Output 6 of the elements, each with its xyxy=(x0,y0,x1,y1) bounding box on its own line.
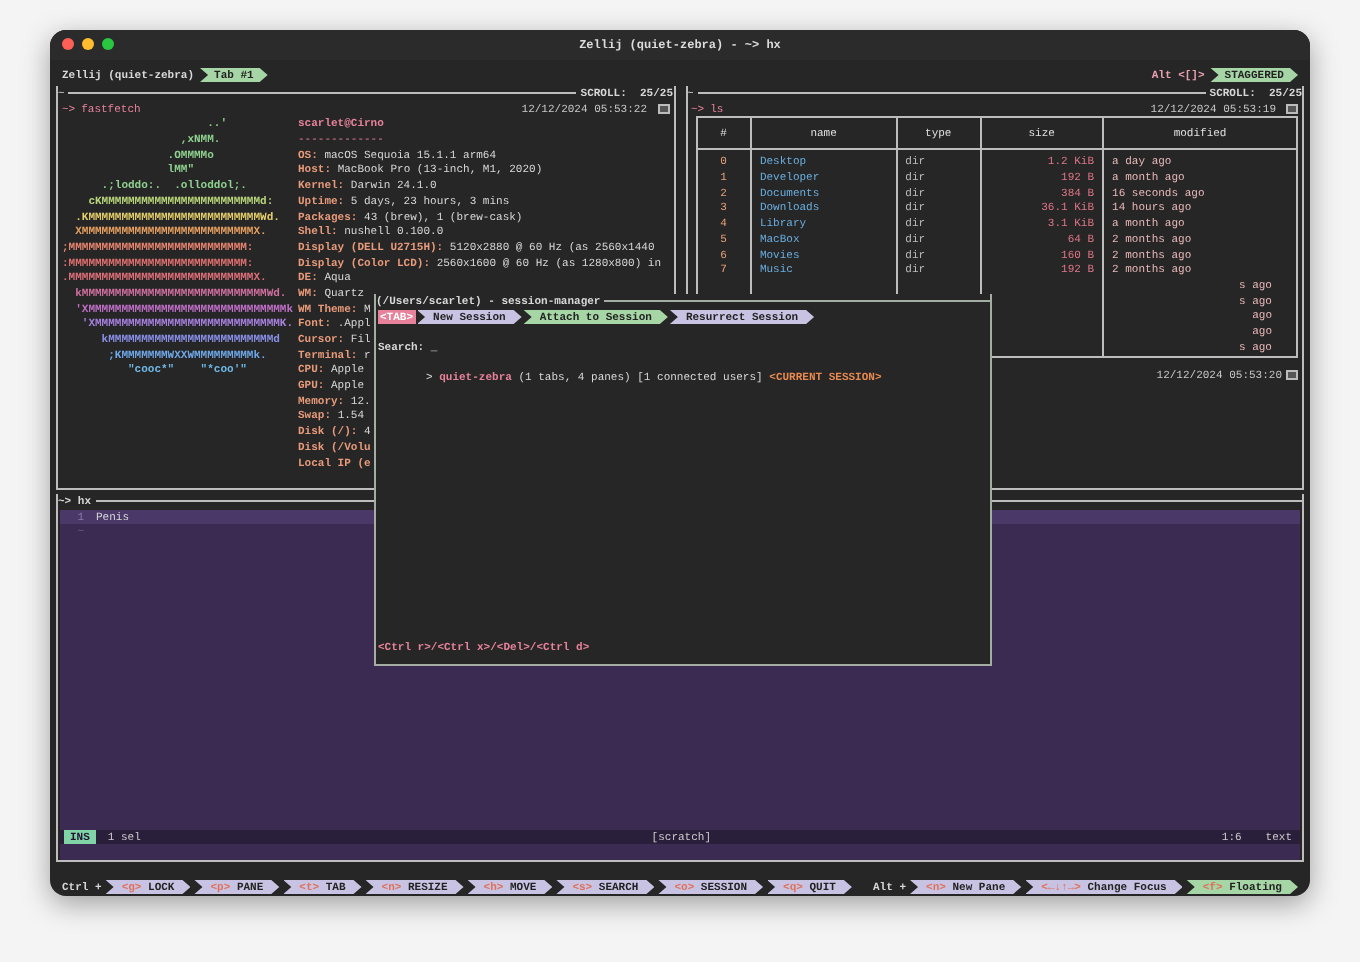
box-icon xyxy=(1286,104,1298,115)
box-icon xyxy=(1286,369,1298,380)
minimize-button[interactable] xyxy=(82,38,94,50)
zoom-button[interactable] xyxy=(102,38,114,50)
close-button[interactable] xyxy=(62,38,74,50)
box-icon xyxy=(657,104,669,115)
